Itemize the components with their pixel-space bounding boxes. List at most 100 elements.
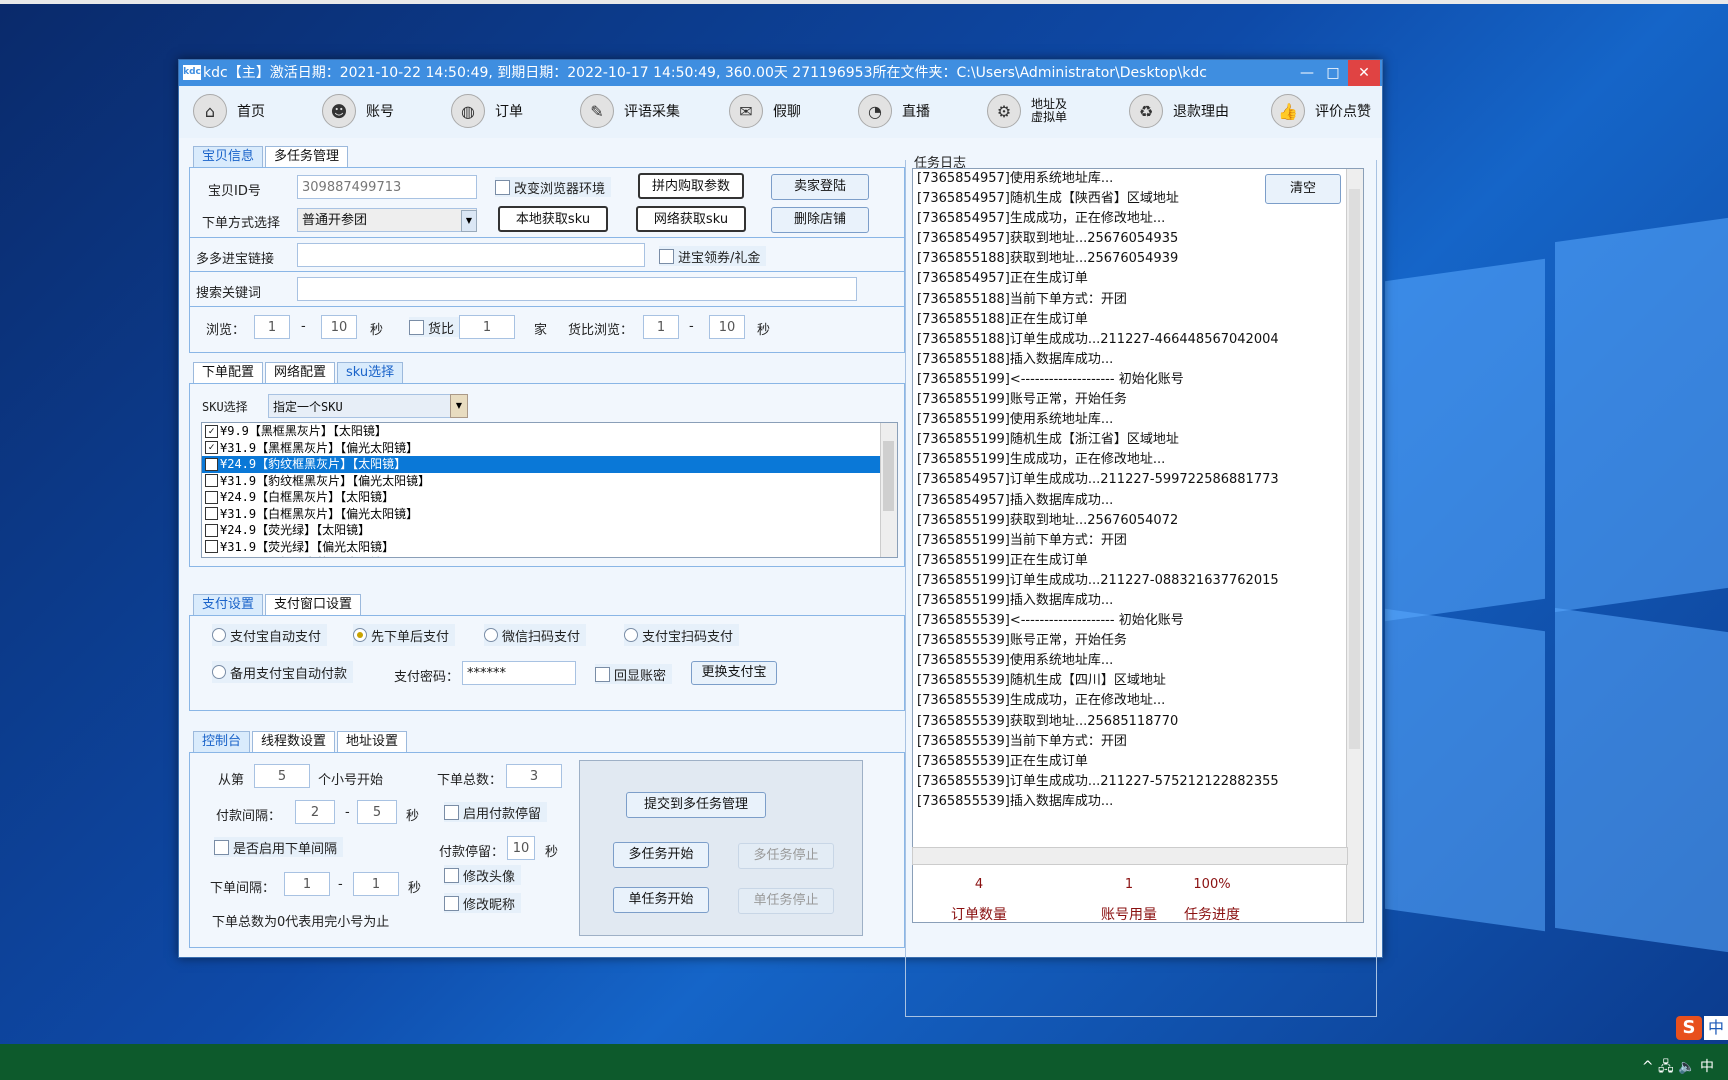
from-input[interactable]: 5 (254, 764, 310, 788)
sku-checkbox[interactable] (205, 540, 218, 554)
clear-log-button[interactable]: 清空 (1265, 174, 1341, 204)
product-id-input[interactable]: 309887499713 (297, 175, 477, 199)
sku-select-dropdown[interactable]: 指定一个SKU (268, 394, 452, 418)
tab-product-info[interactable]: 宝贝信息 (193, 146, 264, 167)
sku-checkbox[interactable] (205, 507, 218, 521)
ime-language[interactable]: 中 (1704, 1016, 1728, 1040)
tab-address-settings[interactable]: 地址设置 (337, 731, 408, 752)
pay-max-input[interactable]: 5 (357, 800, 397, 824)
browse-label: 浏览： (206, 323, 246, 338)
sku-checkbox[interactable] (205, 523, 218, 537)
password-input[interactable]: ****** (462, 661, 576, 685)
change-browser-env-checkbox[interactable]: 改变浏览器环境 (495, 177, 612, 197)
sku-item-label: ¥31.9【荧光绿】【偏光太阳镜】 (220, 539, 395, 554)
sku-checkbox[interactable] (205, 474, 218, 488)
sku-list-item[interactable]: ¥24.9【白框黑灰片】【太阳镜】 (202, 489, 897, 506)
radio-alipay-auto[interactable]: 支付宝自动支付 (212, 624, 328, 646)
chevron-down-icon[interactable]: ▼ (450, 394, 468, 418)
tab-console[interactable]: 控制台 (193, 731, 251, 752)
single-task-start-button[interactable]: 单任务开始 (613, 887, 709, 913)
tab-thread-settings[interactable]: 线程数设置 (252, 731, 336, 752)
sku-checkbox[interactable]: ✓ (205, 457, 218, 471)
change-alipay-button[interactable]: 更换支付宝 (691, 661, 777, 685)
modify-avatar-checkbox[interactable]: 修改头像 (444, 865, 522, 885)
top-strip (0, 0, 1728, 4)
sku-list-item[interactable]: ¥24.9【黑框夏古茶】【太阳镜】 (202, 555, 897, 557)
toolbar-refund-reason[interactable]: ♻ 退款理由 (1129, 92, 1229, 130)
modify-nickname-checkbox[interactable]: 修改昵称 (444, 893, 522, 913)
ime-logo-icon[interactable]: S (1676, 1016, 1702, 1040)
toolbar-comment-collect[interactable]: ✎ 评语采集 (580, 92, 680, 130)
log-hscrollbar[interactable] (912, 847, 1348, 865)
tray-icons[interactable]: ^ 🖧 🔈 (1642, 1059, 1696, 1075)
delete-store-button[interactable]: 删除店铺 (771, 207, 869, 233)
link-input[interactable] (297, 243, 645, 267)
local-sku-button[interactable]: 本地获取sku (498, 206, 608, 232)
system-tray[interactable]: ^ 🖧 🔈 中 (1642, 1056, 1714, 1080)
enable-pay-stay-checkbox[interactable]: 启用付款停留 (444, 802, 548, 822)
tab-payment-window[interactable]: 支付窗口设置 (265, 594, 362, 615)
echo-account-checkbox[interactable]: 回显账密 (595, 664, 673, 684)
toolbar-review-like[interactable]: 👍 评价点赞 (1271, 92, 1371, 130)
log-scrollbar[interactable] (1346, 169, 1363, 922)
multi-task-stop-button[interactable]: 多任务停止 (738, 843, 834, 869)
toolbar-live[interactable]: ◔ 直播 (858, 92, 930, 130)
sku-checkbox[interactable] (205, 490, 218, 504)
radio-backup-alipay[interactable]: 备用支付宝自动付款 (212, 661, 354, 683)
toolbar-home[interactable]: ⌂ 首页 (193, 92, 265, 130)
tab-sku-select[interactable]: sku选择 (337, 362, 404, 383)
toolbar-order[interactable]: ◍ 订单 (451, 92, 523, 130)
close-button[interactable]: ✕ (1348, 60, 1380, 86)
sku-list-item[interactable]: ✓ ¥31.9【黑框黑灰片】【偏光太阳镜】 (202, 440, 897, 457)
total-input[interactable]: 3 (506, 764, 562, 788)
tab-payment-settings[interactable]: 支付设置 (193, 594, 264, 615)
keyword-input[interactable] (297, 277, 857, 301)
sku-list-item[interactable]: ¥31.9【白框黑灰片】【偏光太阳镜】 (202, 506, 897, 523)
sku-list-item[interactable]: ¥24.9【荧光绿】【太阳镜】 (202, 522, 897, 539)
toolbar-fake-chat[interactable]: ✉ 假聊 (729, 92, 801, 130)
sku-checkbox[interactable] (205, 556, 218, 557)
minimize-button[interactable]: — (1294, 60, 1320, 86)
order-total-note: 下单总数为0代表用完小号为止 (212, 915, 390, 930)
sku-list-item[interactable]: ¥31.9【豹纹框黑灰片】【偏光太阳镜】 (202, 473, 897, 490)
divider (190, 271, 904, 272)
radio-order-then-pay[interactable]: 先下单后支付 (353, 624, 456, 646)
net-sku-button[interactable]: 网络获取sku (636, 206, 746, 232)
pin-params-button[interactable]: 拼内购取参数 (638, 173, 744, 199)
sku-list-item[interactable]: ✓ ¥9.9【黑框黑灰片】【太阳镜】 (202, 423, 897, 440)
order-mode-select[interactable]: 普通开参团 (297, 208, 477, 232)
seller-login-button[interactable]: 卖家登陆 (771, 174, 869, 200)
order-max-input[interactable]: 1 (353, 872, 399, 896)
sku-list-scrollbar[interactable] (880, 423, 897, 557)
toolbar-label: 直播 (902, 104, 930, 120)
coupon-checkbox[interactable]: 进宝领券/礼金 (659, 246, 767, 266)
compare-checkbox[interactable]: 货比 (409, 317, 461, 337)
sku-list-item[interactable]: ¥31.9【荧光绿】【偏光太阳镜】 (202, 539, 897, 556)
radio-alipay-scan[interactable]: 支付宝扫码支付 (624, 624, 740, 646)
sku-list-item[interactable]: ✓ ¥24.9【豹纹框黑灰片】【太阳镜】 (202, 456, 897, 473)
compare-count-input[interactable]: 1 (459, 315, 515, 339)
browse-max-input[interactable]: 10 (321, 315, 357, 339)
pay-stay-input[interactable]: 10 (507, 836, 535, 860)
maximize-button[interactable]: □ (1320, 60, 1346, 86)
enable-order-interval-checkbox[interactable]: 是否启用下单间隔 (214, 837, 344, 857)
toolbar-account[interactable]: ☻ 账号 (322, 92, 394, 130)
tray-language[interactable]: 中 (1700, 1059, 1714, 1075)
compare-browse-min-input[interactable]: 1 (643, 315, 679, 339)
sku-checkbox[interactable]: ✓ (205, 441, 218, 455)
tab-order-config[interactable]: 下单配置 (193, 362, 264, 383)
multi-task-start-button[interactable]: 多任务开始 (613, 842, 709, 868)
single-task-stop-button[interactable]: 单任务停止 (738, 888, 834, 914)
radio-wechat-scan[interactable]: 微信扫码支付 (484, 624, 587, 646)
task-log: [7365854957]使用系统地址库... [7365854957]随机生成【陕… (912, 168, 1364, 923)
pay-min-input[interactable]: 2 (295, 800, 335, 824)
chevron-down-icon[interactable]: ▼ (461, 210, 477, 232)
tab-network-config[interactable]: 网络配置 (265, 362, 336, 383)
order-min-input[interactable]: 1 (284, 872, 330, 896)
compare-browse-max-input[interactable]: 10 (709, 315, 745, 339)
sku-checkbox[interactable]: ✓ (205, 424, 218, 438)
browse-min-input[interactable]: 1 (254, 315, 290, 339)
toolbar-address[interactable]: ⚙ 地址及 虚拟单 (987, 92, 1067, 130)
tab-multi-task[interactable]: 多任务管理 (265, 146, 349, 167)
submit-multi-task-button[interactable]: 提交到多任务管理 (626, 792, 766, 818)
